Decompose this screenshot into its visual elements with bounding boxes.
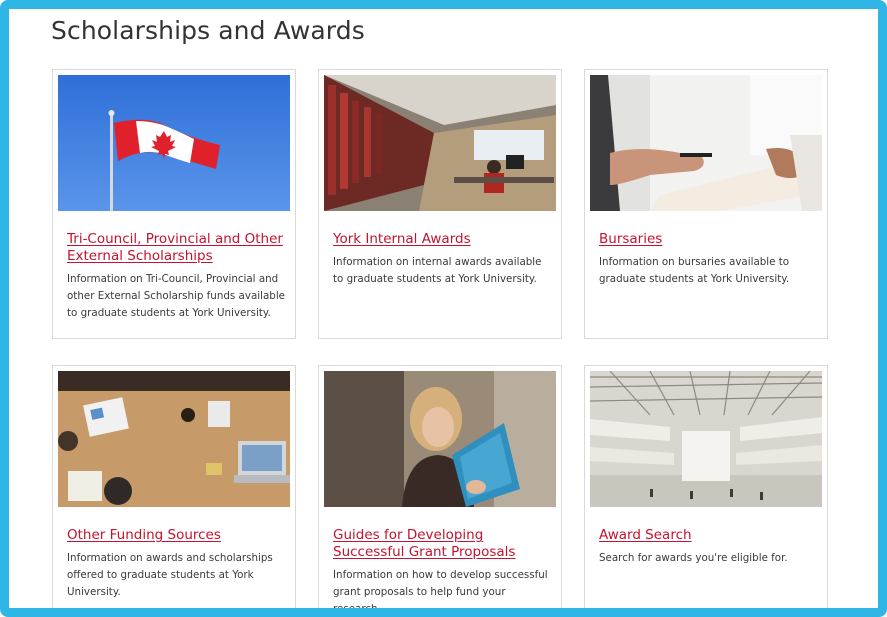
- woman-reading-image[interactable]: [324, 371, 556, 507]
- card-description: Information on awards and scholarships o…: [67, 552, 273, 598]
- card-award-search: Award Search Search for awards you're el…: [584, 365, 828, 608]
- card-york-internal-awards: York Internal Awards Information on inte…: [318, 69, 562, 339]
- card-description: Information on bursaries available to gr…: [599, 256, 790, 285]
- browser-frame: Scholarships and Awards Tri-Council, Pro…: [0, 0, 887, 617]
- card-title-link[interactable]: Bursaries: [599, 231, 817, 248]
- meeting-table-image[interactable]: [58, 371, 290, 507]
- library-image[interactable]: [324, 75, 556, 211]
- card-external-scholarships: Tri-Council, Provincial and Other Extern…: [52, 69, 296, 339]
- card-title-link[interactable]: Award Search: [599, 527, 817, 544]
- card-other-funding-sources: Other Funding Sources Information on awa…: [52, 365, 296, 608]
- card-title-link[interactable]: Other Funding Sources: [67, 527, 285, 544]
- page-title: Scholarships and Awards: [51, 16, 365, 45]
- card-title-link[interactable]: Guides for Developing Successful Grant P…: [333, 527, 551, 561]
- card-description: Search for awards you're eligible for.: [599, 552, 788, 564]
- card-description: Information on how to develop successful…: [333, 569, 548, 615]
- card-title-link[interactable]: Tri-Council, Provincial and Other Extern…: [67, 231, 285, 265]
- atrium-building-image[interactable]: [590, 371, 822, 507]
- card-bursaries: Bursaries Information on bursaries avail…: [584, 69, 828, 339]
- card-description: Information on Tri-Council, Provincial a…: [67, 273, 286, 319]
- card-grant-proposal-guides: Guides for Developing Successful Grant P…: [318, 365, 562, 615]
- card-title-link[interactable]: York Internal Awards: [333, 231, 551, 248]
- canadian-flag-image[interactable]: [58, 75, 290, 211]
- handing-document-image[interactable]: [590, 75, 822, 211]
- card-description: Information on internal awards available…: [333, 256, 542, 285]
